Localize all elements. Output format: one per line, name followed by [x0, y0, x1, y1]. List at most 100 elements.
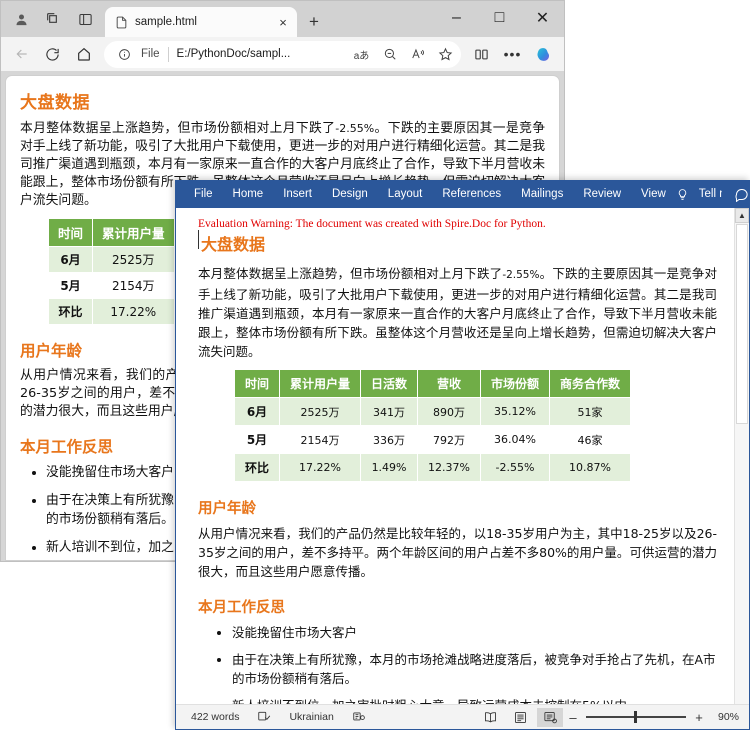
tab-panel-icon[interactable] — [69, 2, 101, 36]
table-cell: 1.49% — [360, 453, 419, 482]
ribbon-tab-home[interactable]: Home — [223, 181, 274, 208]
address-bar[interactable]: File E:/PythonDoc/sampl... aあ — [104, 40, 461, 68]
profile-icon[interactable] — [5, 2, 37, 36]
table-cell: 6月 — [233, 397, 281, 426]
browser-toolbar: File E:/PythonDoc/sampl... aあ ••• — [1, 37, 564, 71]
table-row: 环比 17.22% 1.49% 12.37% -2.55% 10.87% — [233, 453, 632, 482]
word-status-bar: 422 words Ukrainian – + 90% — [176, 704, 749, 729]
table-cell: 2154万 — [279, 425, 362, 454]
ribbon-tab-layout[interactable]: Layout — [378, 181, 433, 208]
close-button[interactable]: ✕ — [521, 1, 564, 35]
table-header-cell: 日活数 — [360, 369, 419, 398]
table-header-cell: 累计用户量 — [92, 218, 175, 247]
accessibility-icon[interactable] — [343, 710, 375, 724]
text-cursor — [198, 230, 199, 249]
list-item: 新人培训不到位，加之审批时粗心大意，导致运营成本未控制在5%以内。 — [232, 696, 717, 704]
home-icon[interactable] — [69, 40, 98, 69]
divider — [167, 46, 169, 62]
zoom-level[interactable]: 90% — [707, 711, 743, 723]
print-layout-icon[interactable] — [507, 708, 533, 727]
info-icon[interactable] — [113, 43, 136, 66]
word-paragraph-user-age: 从用户情况来看，我们的产品仍然是比较年轻的，以18-35岁用户为主，其中18-2… — [198, 526, 717, 579]
scrollbar-thumb[interactable] — [736, 224, 748, 424]
ribbon-tab-review[interactable]: Review — [573, 181, 631, 208]
table-cell: 17.22% — [92, 298, 175, 325]
word-data-table[interactable]: 时间 累计用户量 日活数 营收 市场份额 商务合作数 6月 2525万 341万 — [233, 369, 632, 482]
word-vertical-scrollbar[interactable]: ▲ — [734, 208, 749, 704]
close-icon[interactable]: × — [275, 14, 291, 30]
table-cell: 46家 — [549, 425, 632, 454]
table-cell: -2.55% — [479, 453, 551, 482]
list-item: 没能挽留住市场大客户 — [232, 623, 717, 642]
url-text: E:/PythonDoc/sampl... — [176, 48, 291, 60]
table-cell: 6月 — [47, 246, 94, 273]
html-heading-overview: 大盘数据 — [20, 93, 90, 112]
comment-icon[interactable] — [734, 187, 749, 202]
word-heading-user-age: 用户年龄 — [198, 501, 256, 517]
browser-tab-title: sample.html — [135, 16, 197, 28]
table-row: 5月 2154万 336万 792万 36.04% 46家 — [233, 425, 632, 454]
word-para-number: -2.55% — [502, 269, 540, 281]
ribbon-tab-references[interactable]: References — [432, 181, 511, 208]
word-ribbon-tabs: File Home Insert Design Layout Reference… — [176, 181, 749, 208]
table-cell: 12.37% — [417, 453, 481, 482]
url-scheme-label: File — [141, 48, 160, 60]
word-para-before: 本月整体数据呈上涨趋势，但市场份额相对上月下跌了 — [198, 266, 503, 281]
word-bullet-list: 没能挽留住市场大客户 由于在决策上有所犹豫，本月的市场抢滩战略进度落后，被竞争对… — [198, 623, 717, 704]
word-count[interactable]: 422 words — [182, 711, 248, 723]
table-header-cell: 累计用户量 — [279, 369, 362, 398]
refresh-icon[interactable] — [38, 40, 67, 69]
table-cell: 环比 — [47, 298, 94, 325]
word-paragraph-overview: 本月整体数据呈上涨趋势，但市场份额相对上月下跌了-2.55%。下跌的主要原因其一… — [198, 264, 717, 361]
zoom-slider-thumb[interactable] — [634, 711, 637, 723]
scroll-up-icon[interactable]: ▲ — [735, 208, 749, 223]
word-page[interactable]: Evaluation Warning: The document was cre… — [176, 208, 735, 704]
star-icon[interactable] — [434, 43, 457, 66]
ribbon-tab-file[interactable]: File — [184, 181, 223, 208]
browser-window-controls: – □ ✕ — [435, 1, 564, 35]
language-indicator[interactable]: Ukrainian — [280, 711, 342, 723]
browser-system-icons — [1, 1, 101, 37]
table-cell: 2525万 — [92, 246, 175, 273]
table-row: 6月 2525万 341万 890万 35.12% 51家 — [233, 397, 632, 426]
more-options-icon[interactable]: ••• — [498, 40, 527, 69]
new-tab-button[interactable]: + — [301, 8, 327, 36]
word-heading-monthly-review: 本月工作反思 — [198, 600, 285, 616]
proofing-errors-icon[interactable] — [248, 710, 280, 724]
table-header-cell: 商务合作数 — [549, 369, 632, 398]
split-screen-icon[interactable] — [467, 40, 496, 69]
table-cell: 5月 — [233, 425, 281, 454]
read-mode-icon[interactable] — [477, 708, 503, 727]
screen: sample.html × + – □ ✕ File E:/PythonDoc/… — [0, 0, 750, 730]
table-cell: 341万 — [360, 397, 419, 426]
tell-me-search[interactable]: Tell me w — [689, 181, 722, 208]
copilot-icon[interactable] — [529, 40, 558, 69]
list-item: 由于在决策上有所犹豫，本月的市场抢滩战略进度落后，被竞争对手抢占了先机，在A市的… — [232, 650, 717, 688]
zoom-in-button[interactable]: + — [691, 710, 707, 725]
ribbon-tab-mailings[interactable]: Mailings — [511, 181, 573, 208]
word-heading-overview: 大盘数据 — [198, 230, 717, 255]
zoom-slider[interactable] — [586, 710, 686, 724]
back-arrow-icon[interactable] — [7, 40, 36, 69]
read-aloud-icon[interactable]: aあ — [350, 43, 373, 66]
html-para-before: 本月整体数据呈上涨趋势，但市场份额相对上月下跌了 — [20, 121, 336, 136]
minimize-button[interactable]: – — [435, 1, 478, 35]
lightbulb-icon[interactable] — [676, 188, 689, 201]
table-cell: 51家 — [549, 397, 632, 426]
ribbon-tab-view[interactable]: View — [631, 181, 676, 208]
immersive-reader-icon[interactable] — [406, 43, 429, 66]
browser-tab-sample-html[interactable]: sample.html × — [105, 7, 297, 37]
zoom-out-icon[interactable] — [378, 43, 401, 66]
ribbon-tab-insert[interactable]: Insert — [273, 181, 322, 208]
html-para-number: -2.55% — [335, 122, 375, 135]
zoom-out-button[interactable]: – — [565, 710, 581, 725]
workspaces-icon[interactable] — [37, 2, 69, 36]
ribbon-tab-design[interactable]: Design — [322, 181, 378, 208]
web-layout-icon[interactable] — [537, 707, 563, 727]
maximize-button[interactable]: □ — [478, 1, 521, 35]
word-window: File Home Insert Design Layout Reference… — [175, 180, 750, 730]
table-header-cell: 时间 — [47, 218, 94, 247]
table-cell: 5月 — [47, 272, 94, 299]
word-document-area: Evaluation Warning: The document was cre… — [176, 208, 749, 704]
table-cell: 17.22% — [279, 453, 362, 482]
